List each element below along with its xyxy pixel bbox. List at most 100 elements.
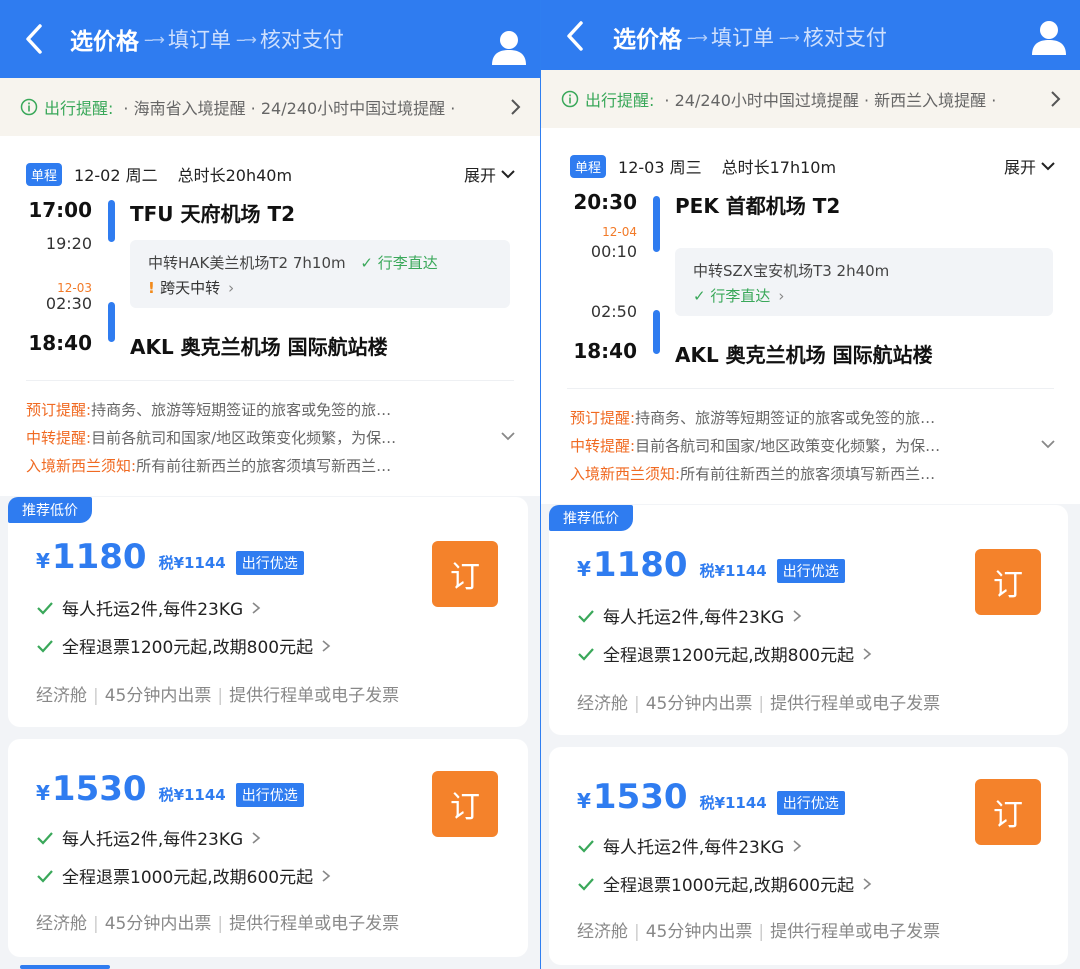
step-indicator: 选价格 --→ 填订单 --→ 核对支付 (613, 20, 887, 54)
cross-day-text: 跨天中转 (160, 279, 221, 297)
reminder-booking: 预订提醒:持商务、旅游等短期签证的旅客或免签的旅… (570, 409, 936, 427)
user-icon[interactable] (1030, 18, 1068, 56)
cabin-class: 经济舱 (577, 694, 628, 714)
chevron-down-icon[interactable] (1040, 438, 1056, 450)
back-arrow-icon[interactable] (565, 20, 585, 52)
fare-card[interactable]: ¥ 1530 税¥1144 出行优选 订 每人托运2件,每件23KG 全程退票1… (549, 747, 1068, 965)
preferred-tag: 出行优选 (235, 783, 304, 807)
price-row: ¥ 1530 税¥1144 出行优选 (577, 777, 845, 817)
check-icon (37, 639, 53, 653)
tax-value: 税¥1144 (158, 554, 226, 572)
book-button[interactable]: 订 (975, 549, 1041, 615)
price-row: ¥ 1180 税¥1144 出行优选 (577, 545, 845, 585)
transfer-row: 中转SZX宝安机场T3 2h40m (693, 260, 1035, 281)
step-select-price: 选价格 (613, 27, 682, 53)
chevron-right-icon (322, 869, 331, 882)
trip-duration: 总时长20h40m (177, 166, 293, 185)
refund-policy[interactable]: 全程退票1200元起,改期800元起 (36, 633, 331, 658)
reminder-transfer: 中转提醒:目前各航司和国家/地区政策变化频繁，为保… (570, 437, 941, 455)
recommended-badge: 推荐低价 (8, 497, 92, 523)
baggage-policy[interactable]: 每人托运2件,每件23KG (36, 825, 261, 850)
chevron-down-icon (501, 170, 515, 179)
info-icon (20, 98, 38, 116)
notice-label: 出行提醒: (44, 99, 114, 118)
trip-summary: 单程 12-02 周二 总时长20h40m 展开 (26, 162, 516, 186)
segment-bar (653, 310, 660, 354)
baggage-row: ✓ 行李直达 › (693, 285, 1035, 306)
chevron-right-icon[interactable] (1048, 90, 1062, 108)
travel-notice-bar[interactable]: 出行提醒: · 海南省入境提醒 · 24/240小时中国过境提醒 · (0, 78, 540, 136)
baggage-policy[interactable]: 每人托运2件,每件23KG (577, 603, 802, 628)
flight-info: 单程 12-03 周三 总时长17h10m 展开 20:30 PEK 首都机场 … (541, 128, 1080, 504)
transfer-text: 中转SZX宝安机场T3 2h40m (693, 262, 890, 280)
refund-policy[interactable]: 全程退票1000元起,改期600元起 (577, 871, 872, 896)
transfer-row: 中转HAK美兰机场T2 7h10m ✓ 行李直达 (148, 252, 492, 273)
book-button[interactable]: 订 (432, 541, 498, 607)
user-icon[interactable] (490, 28, 528, 66)
recommended-badge: 推荐低价 (549, 505, 633, 531)
step-arrow-icon: --→ (778, 27, 800, 47)
back-arrow-icon[interactable] (24, 23, 44, 55)
fare-card[interactable]: 推荐低价 ¥ 1180 税¥1144 出行优选 订 每人托运2件,每件23KG … (549, 505, 1068, 735)
cabin-class: 经济舱 (36, 686, 87, 706)
chevron-right-icon (252, 831, 261, 844)
oneway-badge: 单程 (26, 162, 63, 186)
arrival-time: 18:40 (573, 339, 637, 363)
left-panel: 选价格 --→ 填订单 --→ 核对支付 出行提醒: · 海南省入境提醒 · 2… (0, 0, 540, 969)
chevron-right-icon (793, 839, 802, 852)
price-row: ¥ 1530 税¥1144 出行优选 (36, 769, 304, 809)
step-arrow-icon: --→ (144, 29, 165, 49)
price-value: 1180 (51, 537, 147, 577)
arrival-airport: AKL 奥克兰机场 国际航站楼 (675, 343, 933, 367)
currency-symbol: ¥ (577, 557, 591, 581)
step-pay: 核对支付 (259, 28, 344, 52)
fare-card[interactable]: 推荐低价 ¥ 1180 税¥1144 出行优选 订 每人托运2件,每件23KG … (8, 497, 528, 727)
check-icon (578, 877, 594, 891)
fare-details: 经济舱 | 45分钟内出票 | 提供行程单或电子发票 (577, 694, 941, 714)
baggage-policy[interactable]: 每人托运2件,每件23KG (36, 595, 261, 620)
expand-label: 展开 (1003, 158, 1036, 177)
fare-card[interactable]: ¥ 1530 税¥1144 出行优选 订 每人托运2件,每件23KG 全程退票1… (8, 739, 528, 957)
check-icon: ✓ (693, 287, 711, 305)
issue-time: 45分钟内出票 (104, 686, 212, 706)
fare-details: 经济舱 | 45分钟内出票 | 提供行程单或电子发票 (36, 914, 400, 934)
expand-button[interactable]: 展开 (1004, 154, 1056, 178)
travel-notice-bar[interactable]: 出行提醒: · 24/240小时中国过境提醒 · 新西兰入境提醒 · (541, 70, 1080, 128)
departure-time: 20:30 (573, 190, 637, 214)
issue-time: 45分钟内出票 (645, 694, 753, 714)
refund-policy[interactable]: 全程退票1000元起,改期600元起 (36, 863, 331, 888)
check-icon (37, 869, 53, 883)
chevron-down-icon[interactable] (500, 430, 516, 442)
book-button[interactable]: 订 (975, 779, 1041, 845)
price-row: ¥ 1180 税¥1144 出行优选 (36, 537, 304, 577)
refund-policy[interactable]: 全程退票1200元起,改期800元起 (577, 641, 872, 666)
departure-airport: TFU 天府机场 T2 (130, 202, 296, 226)
header-bar: 选价格 --→ 填订单 --→ 核对支付 (0, 0, 540, 78)
reminders[interactable]: 预订提醒:持商务、旅游等短期签证的旅客或免签的旅… 中转提醒:目前各航司和国家/… (570, 404, 1056, 488)
step-arrow-icon: --→ (687, 27, 708, 47)
step-pay: 核对支付 (802, 26, 887, 50)
next-day-date: 12-04 (602, 225, 637, 239)
arrival-airport: AKL 奥克兰机场 国际航站楼 (130, 335, 388, 359)
chevron-right-icon[interactable] (508, 98, 522, 116)
chevron-right-icon (863, 877, 872, 890)
segment2-departure-time: 02:50 (590, 302, 637, 321)
reminder-transfer: 中转提醒:目前各航司和国家/地区政策变化频繁，为保… (26, 429, 397, 447)
warning-icon: ! (148, 279, 161, 297)
segment-bar (653, 196, 660, 252)
next-card-edge (20, 965, 110, 969)
divider (567, 388, 1054, 389)
tax-value: 税¥1144 (699, 562, 767, 580)
reminder-nz-entry: 入境新西兰须知:所有前往新西兰的旅客须填写新西兰… (26, 457, 392, 475)
segment1-arrival-time: 19:20 (45, 234, 92, 253)
transfer-info[interactable]: 中转SZX宝安机场T3 2h40m ✓ 行李直达 › (675, 248, 1053, 316)
baggage-policy[interactable]: 每人托运2件,每件23KG (577, 833, 802, 858)
baggage-through-tag: ✓ 行李直达 (360, 254, 438, 272)
notice-label: 出行提醒: (585, 91, 655, 110)
reminder-nz-entry: 入境新西兰须知:所有前往新西兰的旅客须填写新西兰… (570, 465, 936, 483)
chevron-right-icon: › (228, 279, 235, 297)
transfer-info[interactable]: 中转HAK美兰机场T2 7h10m ✓ 行李直达 ! 跨天中转 › (130, 240, 510, 308)
book-button[interactable]: 订 (432, 771, 498, 837)
expand-button[interactable]: 展开 (464, 162, 516, 186)
reminders[interactable]: 预订提醒:持商务、旅游等短期签证的旅客或免签的旅… 中转提醒:目前各航司和国家/… (26, 396, 516, 480)
